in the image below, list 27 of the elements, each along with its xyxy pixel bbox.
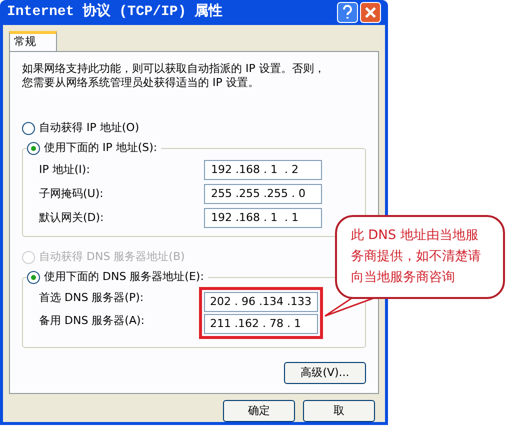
tab[interactable]: 常规 [9, 31, 57, 51]
callout: 此 DNS 地址由当地服务商提供，如不清楚请向当地服务商咨询 [335, 215, 505, 299]
radio-label: 使用下面的 DNS 服务器地址(E): [44, 268, 204, 285]
field-label: 备用 DNS 服务器(A): [39, 313, 146, 330]
close-icon[interactable] [360, 2, 381, 23]
description-line: 如果网络支持此功能，则可以获取自动指派的 IP 设置。否则， [22, 62, 325, 76]
field-label: 默认网关(D): [39, 210, 105, 226]
description-line: 您需要从网络系统管理员处获得适当的 IP 设置。 [22, 76, 259, 90]
dialog-button[interactable]: 确定 [223, 400, 295, 422]
field-label: IP 地址(I): [39, 162, 91, 178]
dialog-button[interactable]: 取 [303, 400, 375, 422]
radio-button[interactable] [27, 270, 40, 284]
field-label: 子网掩码(U): [39, 186, 104, 202]
ip-field[interactable]: 202 . 96 .134 .133 [204, 292, 318, 312]
radio-label: 自动获得 DNS 服务器地址(B) [39, 248, 185, 265]
radio-label: 使用下面的 IP 地址(S): [44, 140, 158, 156]
ip-field[interactable]: 211 .162 . 78 . 1 [204, 314, 318, 334]
ip-field[interactable]: 192 .168 . 1 . 2 [204, 160, 322, 180]
ip-field[interactable]: 255 .255 .255 . 0 [204, 184, 322, 204]
window-title: Internet 协议 (TCP/IP) 属性 [7, 2, 223, 22]
radio-button[interactable] [27, 142, 40, 154]
ip-field[interactable]: 192 .168 . 1 . 1 [204, 208, 322, 228]
advanced-button[interactable]: 高级(V)... [284, 362, 366, 384]
help-icon[interactable] [337, 2, 358, 23]
radio-label: 自动获得 IP 地址(O) [39, 120, 140, 136]
field-label: 首选 DNS 服务器(P): [39, 290, 145, 306]
radio-button[interactable] [22, 122, 35, 134]
